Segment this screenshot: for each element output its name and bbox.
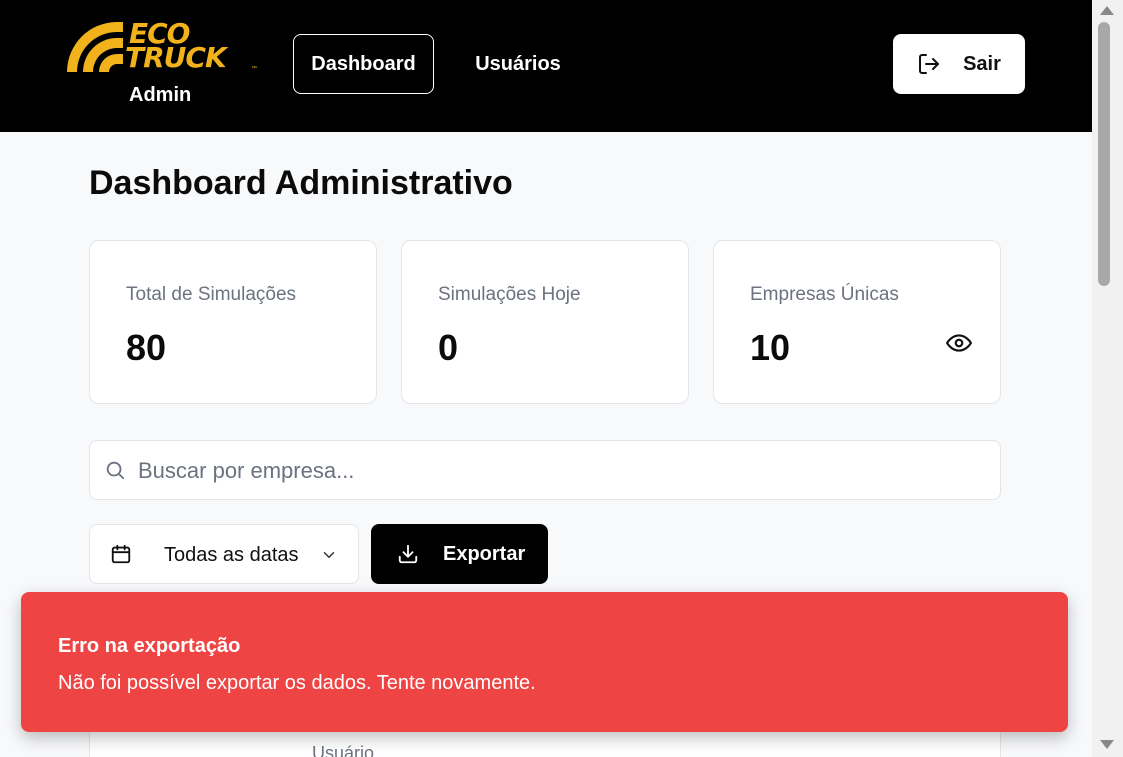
toast-title: Erro na exportação	[58, 635, 241, 657]
stat-value: 10	[750, 327, 791, 368]
stat-value: 0	[438, 327, 459, 368]
error-toast[interactable]: Erro na exportação Não foi possível expo…	[21, 592, 1068, 732]
stat-label: Empresas Únicas	[750, 284, 899, 305]
export-label: Exportar	[443, 543, 526, 565]
search-bar	[89, 440, 1001, 500]
scroll-thumb[interactable]	[1098, 22, 1110, 286]
download-icon	[398, 544, 418, 564]
stat-card-simulacoes-hoje: Simulações Hoje 0	[401, 240, 689, 404]
vertical-scrollbar[interactable]	[1092, 0, 1123, 757]
calendar-icon	[111, 544, 131, 564]
stat-value: 80	[126, 327, 167, 368]
logout-icon	[919, 54, 940, 74]
stat-label: Total de Simulações	[126, 284, 297, 305]
eye-icon[interactable]	[946, 333, 972, 353]
brand-truck-text: TRUCK	[125, 41, 227, 74]
export-button[interactable]: Exportar	[371, 524, 548, 584]
logout-button[interactable]: Sair	[893, 34, 1025, 94]
scroll-up-arrow-icon[interactable]	[1100, 6, 1114, 15]
role-label: Admin	[129, 84, 192, 106]
scroll-down-arrow-icon[interactable]	[1100, 740, 1114, 749]
nav-usuarios[interactable]: Usuários	[462, 34, 574, 94]
search-icon	[106, 461, 125, 480]
date-filter-value: Todas as datas	[164, 544, 299, 566]
nav-dashboard[interactable]: Dashboard	[293, 34, 434, 94]
stat-card-total-simulacoes: Total de Simulações 80	[89, 240, 377, 404]
date-filter-select[interactable]: Todas as datas	[89, 524, 359, 584]
stat-card-empresas-unicas: Empresas Únicas 10	[713, 240, 1001, 404]
toast-message: Não foi possível exportar os dados. Tent…	[58, 672, 536, 694]
eco-truck-logo[interactable]: ECO TRUCK ™ Admin	[63, 18, 263, 108]
trademark-symbol: ™	[251, 66, 257, 72]
chevron-down-icon	[323, 552, 335, 558]
top-navbar: ECO TRUCK ™ Admin Dashboard Usuários Sai…	[0, 0, 1092, 132]
page-title: Dashboard Administrativo	[89, 164, 513, 202]
table-header-usuario: Usuário	[312, 743, 375, 757]
signal-arcs-icon	[67, 22, 123, 72]
search-input[interactable]	[138, 451, 978, 491]
logout-label: Sair	[963, 52, 1001, 75]
stat-label: Simulações Hoje	[438, 284, 581, 305]
